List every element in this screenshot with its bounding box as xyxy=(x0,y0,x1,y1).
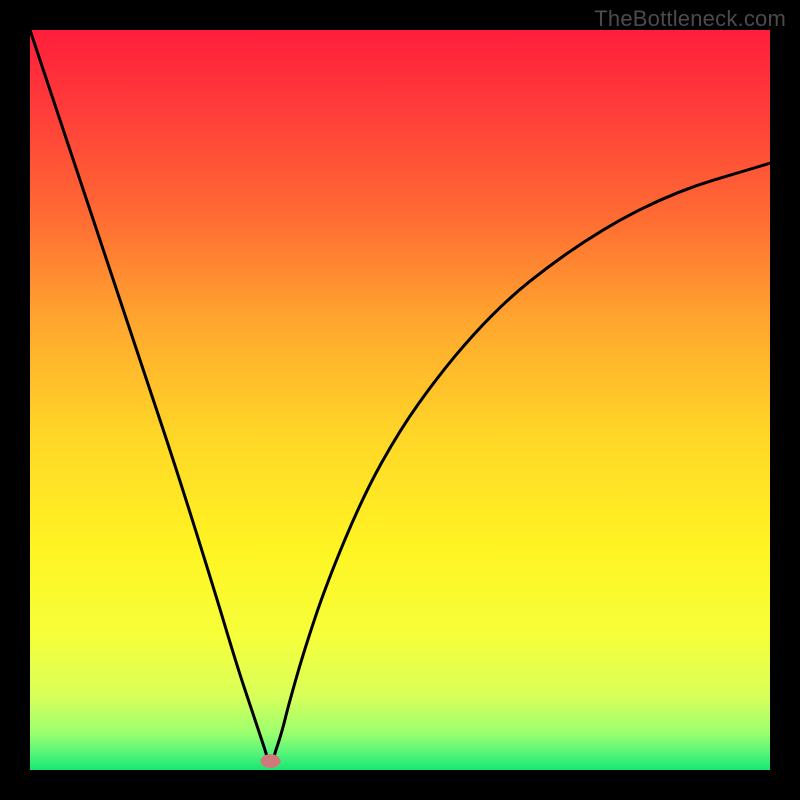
plot-area xyxy=(30,30,770,770)
chart-frame: TheBottleneck.com xyxy=(0,0,800,800)
optimum-marker xyxy=(261,754,281,768)
watermark-text: TheBottleneck.com xyxy=(594,6,786,32)
gradient-background xyxy=(30,30,770,770)
chart-svg xyxy=(30,30,770,770)
